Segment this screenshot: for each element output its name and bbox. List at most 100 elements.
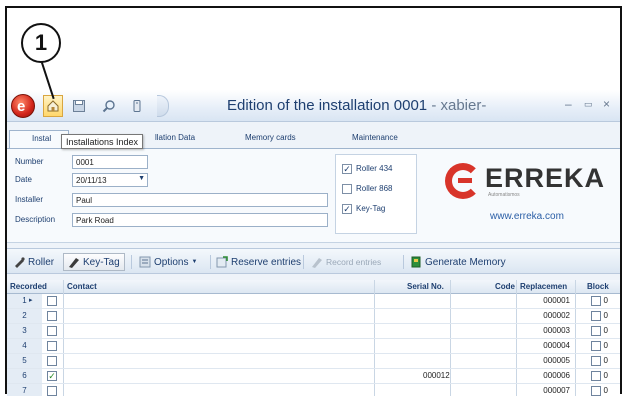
installations-index-icon bbox=[47, 100, 59, 112]
block-checkbox[interactable] bbox=[591, 341, 601, 351]
replacement-cell[interactable]: 0 bbox=[604, 371, 608, 380]
options-icon bbox=[139, 256, 151, 268]
recorded-checkbox[interactable] bbox=[47, 326, 57, 336]
table-row[interactable]: 5 000005 0 bbox=[7, 354, 620, 369]
row-number[interactable]: 1 ▸ bbox=[7, 294, 42, 308]
row-number[interactable]: 7 bbox=[7, 384, 42, 396]
key-tag-grid: Recorded Contact Serial No. Code Replace… bbox=[7, 280, 620, 396]
search-button[interactable] bbox=[99, 95, 119, 117]
close-button[interactable]: × bbox=[603, 97, 610, 111]
roller-button[interactable]: Roller bbox=[13, 254, 54, 270]
toolbar-separator bbox=[131, 255, 132, 269]
block-checkbox[interactable] bbox=[591, 356, 601, 366]
replacement-cell[interactable]: 0 bbox=[604, 326, 608, 335]
table-row[interactable]: 1 ▸ 000001 0 bbox=[7, 294, 620, 309]
code-cell[interactable]: 000005 bbox=[543, 356, 570, 365]
window-title-main: Edition of the installation 0001 bbox=[227, 97, 428, 114]
block-checkbox[interactable] bbox=[591, 311, 601, 321]
col-replacement[interactable]: Replacemen bbox=[520, 282, 567, 291]
table-row[interactable]: 2 000002 0 bbox=[7, 309, 620, 324]
recorded-checkbox[interactable] bbox=[47, 356, 57, 366]
table-row[interactable]: 6 ✓ 000012 000006 0 bbox=[7, 369, 620, 384]
col-contact[interactable]: Contact bbox=[67, 282, 97, 291]
brand-tagline: Automatismos bbox=[488, 192, 520, 198]
replacement-cell[interactable]: 0 bbox=[604, 296, 608, 305]
replacement-cell[interactable]: 0 bbox=[604, 386, 608, 395]
installer-field[interactable]: Paul bbox=[72, 193, 328, 207]
roller-868-label: Roller 868 bbox=[356, 184, 393, 193]
roller-button-label: Roller bbox=[28, 256, 55, 268]
minimize-button[interactable]: – bbox=[565, 97, 572, 111]
code-cell[interactable]: 000004 bbox=[543, 341, 570, 350]
row-number[interactable]: 5 bbox=[7, 354, 42, 368]
row-number[interactable]: 6 bbox=[7, 369, 42, 383]
replacement-cell[interactable]: 0 bbox=[604, 341, 608, 350]
generate-memory-button[interactable]: Generate Memory bbox=[410, 254, 506, 270]
col-code[interactable]: Code bbox=[495, 282, 515, 291]
installations-index-tooltip: Installations Index bbox=[61, 134, 144, 149]
window-title: Edition of the installation 0001 - xabie… bbox=[227, 97, 486, 114]
code-cell[interactable]: 000003 bbox=[543, 326, 570, 335]
tab-memory-cards[interactable]: Memory cards bbox=[245, 133, 296, 142]
recorded-checkbox[interactable]: ✓ bbox=[47, 371, 57, 381]
roller-434-checkbox[interactable]: ✓ bbox=[342, 164, 352, 174]
toolbar-separator bbox=[403, 255, 404, 269]
device-button[interactable] bbox=[127, 95, 147, 117]
roller-868-checkbox[interactable] bbox=[342, 184, 352, 194]
device-icon bbox=[133, 100, 141, 112]
maximize-button[interactable]: ▭ bbox=[584, 99, 593, 110]
brand-url[interactable]: www.erreka.com bbox=[490, 211, 564, 222]
code-cell[interactable]: 000007 bbox=[543, 386, 570, 395]
date-label: Date bbox=[15, 175, 32, 184]
serial-cell[interactable]: 000012 bbox=[423, 371, 450, 380]
recorded-checkbox[interactable] bbox=[47, 341, 57, 351]
block-checkbox[interactable] bbox=[591, 326, 601, 336]
record-entries-button[interactable]: Record entries bbox=[311, 254, 381, 270]
recorded-checkbox[interactable] bbox=[47, 311, 57, 321]
app-logo-icon[interactable]: e bbox=[11, 94, 35, 118]
code-cell[interactable]: 000006 bbox=[543, 371, 570, 380]
save-button[interactable] bbox=[69, 95, 89, 117]
number-field[interactable]: 0001 bbox=[72, 155, 148, 169]
erreka-logo: ERREKA Automatismos bbox=[445, 159, 615, 201]
title-bar: e Edition of the installation 0001 - xab… bbox=[7, 90, 620, 122]
code-cell[interactable]: 000001 bbox=[543, 296, 570, 305]
replacement-cell[interactable]: 0 bbox=[604, 356, 608, 365]
block-checkbox[interactable] bbox=[591, 371, 601, 381]
block-checkbox[interactable] bbox=[591, 386, 601, 396]
block-checkbox[interactable] bbox=[591, 296, 601, 306]
key-tag-button[interactable]: Key-Tag bbox=[63, 253, 125, 271]
table-row[interactable]: 7 000007 0 bbox=[7, 384, 620, 396]
grid-toolbar: Roller Key-Tag Options ▼ Reserve entries… bbox=[7, 248, 620, 274]
table-row[interactable]: 4 000004 0 bbox=[7, 339, 620, 354]
toolbar-separator bbox=[303, 255, 304, 269]
tab-installation-data[interactable]: llation Data bbox=[155, 133, 195, 142]
tab-installation[interactable]: Instal bbox=[9, 130, 69, 148]
toolbar-separator bbox=[210, 255, 211, 269]
row-number[interactable]: 2 bbox=[7, 309, 42, 323]
grid-header: Recorded Contact Serial No. Code Replace… bbox=[7, 280, 620, 294]
col-serial[interactable]: Serial No. bbox=[407, 282, 444, 291]
recorded-checkbox[interactable] bbox=[47, 296, 57, 306]
date-picker[interactable]: 20/11/13 ▼ bbox=[72, 173, 148, 187]
reserve-entries-button[interactable]: Reserve entries bbox=[216, 254, 301, 270]
code-cell[interactable]: 000002 bbox=[543, 311, 570, 320]
key-tag-label: Key-Tag bbox=[356, 204, 386, 213]
replacement-cell[interactable]: 0 bbox=[604, 311, 608, 320]
callout-marker: 1 bbox=[21, 23, 61, 63]
tab-maintenance[interactable]: Maintenance bbox=[352, 133, 398, 142]
table-row[interactable]: 3 000003 0 bbox=[7, 324, 620, 339]
row-number[interactable]: 4 bbox=[7, 339, 42, 353]
description-field[interactable]: Park Road bbox=[72, 213, 328, 227]
screenshot-stage: 1 e Edition of the installation 0001 - x… bbox=[0, 0, 626, 396]
col-recorded[interactable]: Recorded bbox=[10, 282, 47, 291]
recorded-checkbox[interactable] bbox=[47, 386, 57, 396]
options-button[interactable]: Options ▼ bbox=[139, 254, 197, 270]
key-tag-checkbox[interactable]: ✓ bbox=[342, 204, 352, 214]
col-block[interactable]: Block bbox=[587, 282, 609, 291]
key-tag-button-label: Key-Tag bbox=[83, 256, 120, 268]
chevron-down-icon[interactable]: ▼ bbox=[138, 175, 145, 182]
search-icon bbox=[102, 100, 115, 113]
row-number[interactable]: 3 bbox=[7, 324, 42, 338]
options-dropdown-icon: ▼ bbox=[191, 259, 198, 265]
